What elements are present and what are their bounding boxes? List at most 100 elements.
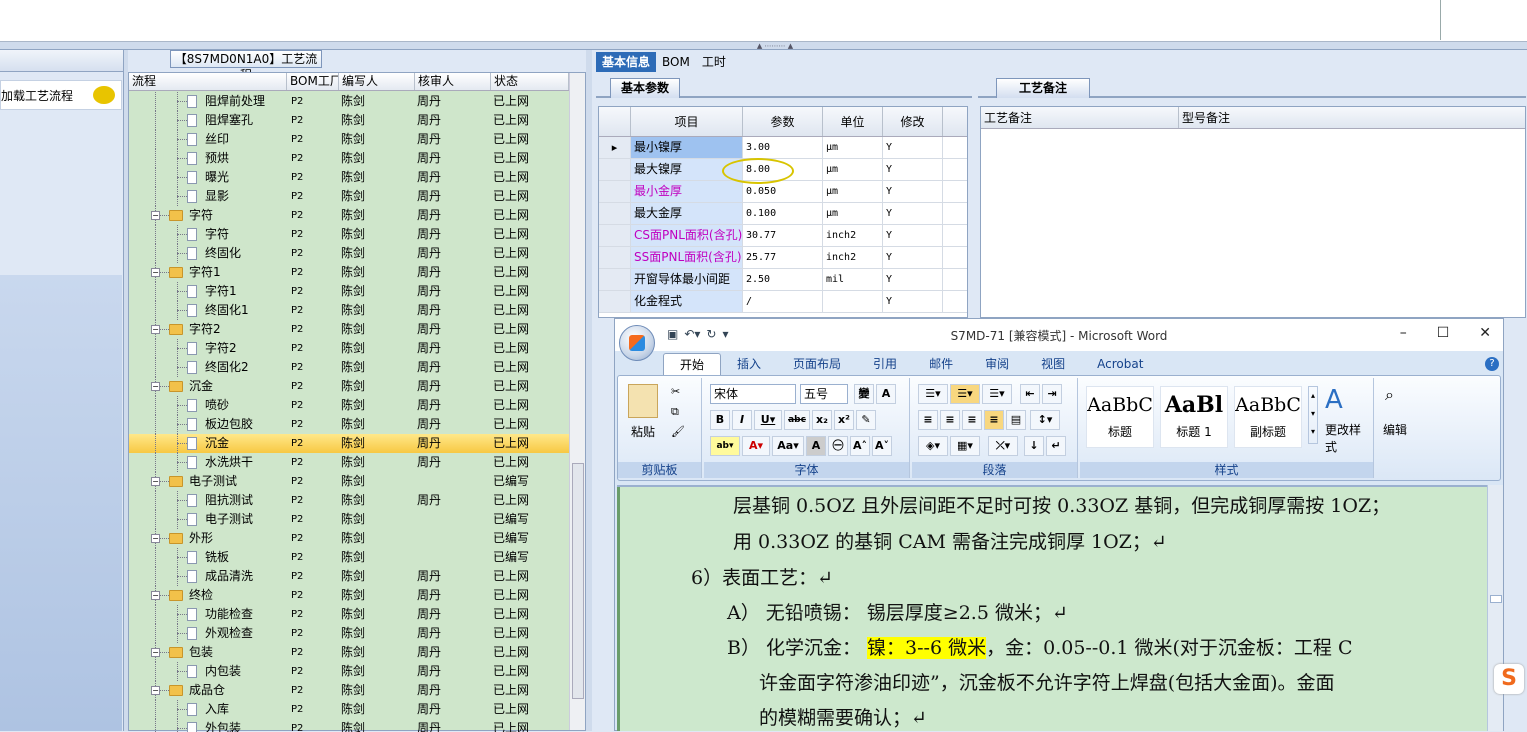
tree-row[interactable]: 字符 P2 陈剑 周丹 已上网 xyxy=(129,225,569,244)
help-icon[interactable]: ? xyxy=(1485,357,1499,371)
load-process-flow-item[interactable]: 加载工艺流程 xyxy=(0,80,122,110)
row-header[interactable] xyxy=(599,225,631,246)
decrease-indent-icon[interactable]: ⇤ xyxy=(1020,384,1040,404)
param-row[interactable]: CS面PNL面积(含孔) 30.77 inch2 Y xyxy=(599,225,967,247)
collapse-icon[interactable]: − xyxy=(151,686,160,695)
collapse-icon[interactable]: − xyxy=(151,211,160,220)
param-modify-cell[interactable]: Y xyxy=(883,181,943,202)
ribbon-tab[interactable]: 插入 xyxy=(721,353,777,375)
param-modify-cell[interactable]: Y xyxy=(883,269,943,290)
numbering-button[interactable]: ☰▾ xyxy=(950,384,980,404)
param-value-cell[interactable]: 30.77 xyxy=(743,225,823,246)
row-header[interactable] xyxy=(599,291,631,312)
param-row[interactable]: 最大金厚 0.100 μm Y xyxy=(599,203,967,225)
sogou-ime-icon[interactable]: S xyxy=(1494,664,1524,694)
param-value-cell[interactable]: 0.050 xyxy=(743,181,823,202)
tree-row[interactable]: − 字符 P2 陈剑 周丹 已上网 xyxy=(129,206,569,225)
find-icon[interactable]: ⌕ xyxy=(1384,384,1395,406)
col-bom-factory[interactable]: BOM工厂 xyxy=(287,73,339,90)
param-value-cell[interactable]: 25.77 xyxy=(743,247,823,268)
param-row[interactable]: 化金程式 / Y xyxy=(599,291,967,313)
tree-row[interactable]: 板边包胶 P2 陈剑 周丹 已上网 xyxy=(129,415,569,434)
grow-font-icon[interactable]: A˄ xyxy=(850,436,870,456)
clear-format-icon[interactable]: ✎ xyxy=(856,410,876,430)
tree-row[interactable]: − 包装 P2 陈剑 周丹 已上网 xyxy=(129,643,569,662)
underline-button[interactable]: U▾ xyxy=(754,410,782,430)
param-modify-cell[interactable]: Y xyxy=(883,159,943,180)
ribbon-tab[interactable]: 开始 xyxy=(663,353,722,375)
tree-row[interactable]: − 沉金 P2 陈剑 周丹 已上网 xyxy=(129,377,569,396)
tree-row[interactable]: 阻焊塞孔 P2 陈剑 周丹 已上网 xyxy=(129,111,569,130)
tree-row[interactable]: 丝印 P2 陈剑 周丹 已上网 xyxy=(129,130,569,149)
multilevel-list-button[interactable]: ☰▾ xyxy=(982,384,1012,404)
char-shading-icon[interactable]: A xyxy=(806,436,826,456)
shrink-font-icon[interactable]: A˅ xyxy=(872,436,892,456)
collapse-icon[interactable]: − xyxy=(151,534,160,543)
char-border-icon[interactable]: A xyxy=(876,384,896,404)
tree-row[interactable]: − 终检 P2 陈剑 周丹 已上网 xyxy=(129,586,569,605)
tree-row[interactable]: 内包装 P2 陈剑 周丹 已上网 xyxy=(129,662,569,681)
col-writer[interactable]: 编写人 xyxy=(339,73,415,90)
redo-icon[interactable]: ↻ xyxy=(706,327,716,341)
tree-row[interactable]: − 字符1 P2 陈剑 周丹 已上网 xyxy=(129,263,569,282)
collapse-icon[interactable]: − xyxy=(151,382,160,391)
collapse-icon[interactable]: − xyxy=(151,648,160,657)
qat-more-icon[interactable]: ▾ xyxy=(722,327,728,341)
col-param[interactable]: 参数 xyxy=(743,107,823,136)
tab-bom[interactable]: BOM xyxy=(656,52,696,72)
tree-row[interactable]: 终固化1 P2 陈剑 周丹 已上网 xyxy=(129,301,569,320)
param-unit-cell[interactable]: μm xyxy=(823,203,883,224)
col-reviewer[interactable]: 核审人 xyxy=(415,73,491,90)
change-case-button[interactable]: Aa▾ xyxy=(772,436,804,456)
style-scroll-icon[interactable]: ▴ ▾ ▾ xyxy=(1308,386,1318,444)
col-model-note[interactable]: 型号备注 xyxy=(1179,107,1525,128)
param-unit-cell[interactable]: μm xyxy=(823,137,883,158)
justify-icon[interactable]: ≡ xyxy=(984,410,1004,430)
collapse-icon[interactable]: − xyxy=(151,325,160,334)
param-modify-cell[interactable]: Y xyxy=(883,137,943,158)
ribbon-tab[interactable]: 邮件 xyxy=(913,353,969,375)
param-row[interactable]: SS面PNL面积(含孔) 25.77 inch2 Y xyxy=(599,247,967,269)
undo-icon[interactable]: ↶▾ xyxy=(684,327,700,341)
tree-row[interactable]: 沉金 P2 陈剑 周丹 已上网 xyxy=(129,434,569,453)
col-modify[interactable]: 修改 xyxy=(883,107,943,136)
tree-row[interactable]: 曝光 P2 陈剑 周丹 已上网 xyxy=(129,168,569,187)
collapse-icon[interactable]: − xyxy=(151,268,160,277)
office-button[interactable] xyxy=(619,325,655,361)
tree-row[interactable]: − 字符2 P2 陈剑 周丹 已上网 xyxy=(129,320,569,339)
enclose-char-icon[interactable]: ㊀ xyxy=(828,436,848,456)
change-styles-label[interactable]: 更改样式 xyxy=(1324,420,1373,456)
font-name-combo[interactable]: 宋体 xyxy=(710,384,796,404)
highlight-button[interactable]: ab▾ xyxy=(710,436,740,456)
param-value-cell[interactable]: 0.100 xyxy=(743,203,823,224)
param-modify-cell[interactable]: Y xyxy=(883,203,943,224)
tree-row[interactable]: 预烘 P2 陈剑 周丹 已上网 xyxy=(129,149,569,168)
param-row[interactable]: 最小金厚 0.050 μm Y xyxy=(599,181,967,203)
align-left-icon[interactable]: ≡ xyxy=(918,410,938,430)
tree-scrollbar-thumb[interactable] xyxy=(572,463,584,699)
tree-row[interactable]: 阻焊前处理 P2 陈剑 周丹 已上网 xyxy=(129,92,569,111)
style-preset[interactable]: AaBbC 副标题 xyxy=(1234,386,1302,448)
row-header[interactable] xyxy=(599,269,631,290)
tree-row[interactable]: 字符2 P2 陈剑 周丹 已上网 xyxy=(129,339,569,358)
tree-scrollbar[interactable] xyxy=(569,73,585,730)
tree-row[interactable]: 显影 P2 陈剑 周丹 已上网 xyxy=(129,187,569,206)
paste-icon[interactable] xyxy=(628,384,658,418)
tree-row[interactable]: 电子测试 P2 陈剑 已编写 xyxy=(129,510,569,529)
col-flow[interactable]: 流程 xyxy=(129,73,287,90)
line-spacing-button[interactable]: ↕▾ xyxy=(1030,410,1060,430)
row-header[interactable] xyxy=(599,203,631,224)
tree-row[interactable]: − 外形 P2 陈剑 已编写 xyxy=(129,529,569,548)
borders-button[interactable]: ▦▾ xyxy=(950,436,980,456)
tree-row[interactable]: 入库 P2 陈剑 周丹 已上网 xyxy=(129,700,569,719)
tree-row[interactable]: 铣板 P2 陈剑 已编写 xyxy=(129,548,569,567)
col-unit[interactable]: 单位 xyxy=(823,107,883,136)
collapse-icon[interactable]: − xyxy=(151,477,160,486)
increase-indent-icon[interactable]: ⇥ xyxy=(1042,384,1062,404)
tree-row[interactable]: 外观检查 P2 陈剑 周丹 已上网 xyxy=(129,624,569,643)
tree-row[interactable]: − 电子测试 P2 陈剑 已编写 xyxy=(129,472,569,491)
param-modify-cell[interactable]: Y xyxy=(883,225,943,246)
tab-hours[interactable]: 工时 xyxy=(696,52,732,72)
tab-basic-params[interactable]: 基本参数 xyxy=(610,78,681,98)
tree-row[interactable]: 字符1 P2 陈剑 周丹 已上网 xyxy=(129,282,569,301)
